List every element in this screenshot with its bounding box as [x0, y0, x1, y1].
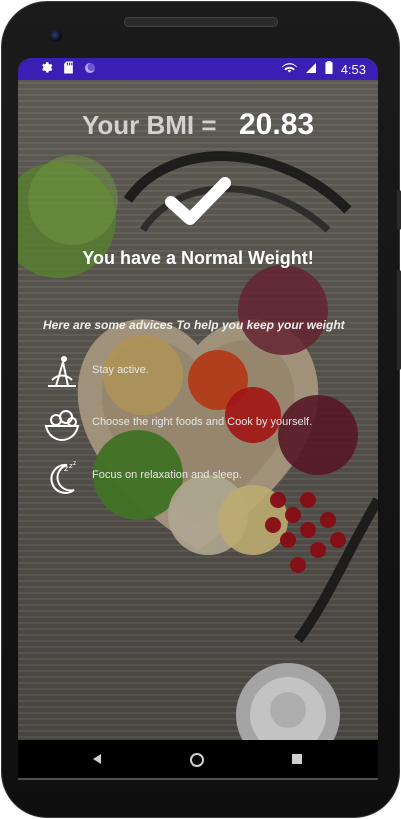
weight-status-message: You have a Normal Weight!: [82, 248, 314, 268]
bmi-result-content: Your BMI = 20.83 You have a Normal Weigh…: [18, 80, 378, 780]
battery-icon: [325, 61, 333, 77]
signal-icon: [305, 62, 317, 77]
circle-icon: [84, 62, 96, 77]
system-navigation-bar: [18, 740, 378, 778]
wifi-icon: [281, 61, 297, 77]
sd-card-icon: [63, 61, 74, 77]
svg-text:z: z: [73, 460, 76, 467]
bmi-value: 20.83: [238, 108, 315, 141]
advice-text: Stay active.: [92, 364, 149, 376]
power-button[interactable]: [397, 190, 401, 230]
advice-text: Choose the right foods and Cook by yours…: [92, 416, 313, 428]
recents-icon[interactable]: [291, 752, 305, 766]
advice-item-foods: Choose the right foods and Cook by yours…: [42, 404, 362, 444]
advice-item-active: Stay active.: [42, 352, 362, 392]
phone-frame: 4:53 Your BMI = 20.83 You have a Normal …: [0, 0, 401, 819]
bmi-result-line: Your BMI = 20.83: [18, 108, 378, 142]
home-icon[interactable]: [189, 752, 204, 767]
salad-bowl-icon: [42, 404, 82, 444]
back-icon[interactable]: [90, 752, 104, 766]
moon-sleep-icon: z z z: [42, 457, 82, 497]
app-screen: 4:53 Your BMI = 20.83 You have a Normal …: [18, 58, 378, 780]
gear-icon: [40, 61, 53, 77]
bmi-label: Your BMI =: [81, 110, 217, 140]
status-time: 4:53: [340, 61, 366, 77]
svg-text:z: z: [64, 464, 68, 473]
advice-text: Focus on relaxation and sleep.: [92, 469, 242, 481]
front-camera: [50, 30, 62, 42]
earpiece-speaker: [124, 17, 278, 27]
volume-button[interactable]: [397, 270, 401, 370]
status-right-icons: 4:53: [281, 61, 366, 77]
status-bar: 4:53: [18, 58, 378, 80]
advice-item-sleep: z z z Focus on relaxation and sleep.: [42, 457, 362, 497]
checkmark-icon: [163, 175, 233, 225]
exercise-icon: [42, 352, 82, 392]
advice-title: Here are some advices To help you keep y…: [43, 318, 345, 332]
status-left-icons: [40, 61, 96, 77]
